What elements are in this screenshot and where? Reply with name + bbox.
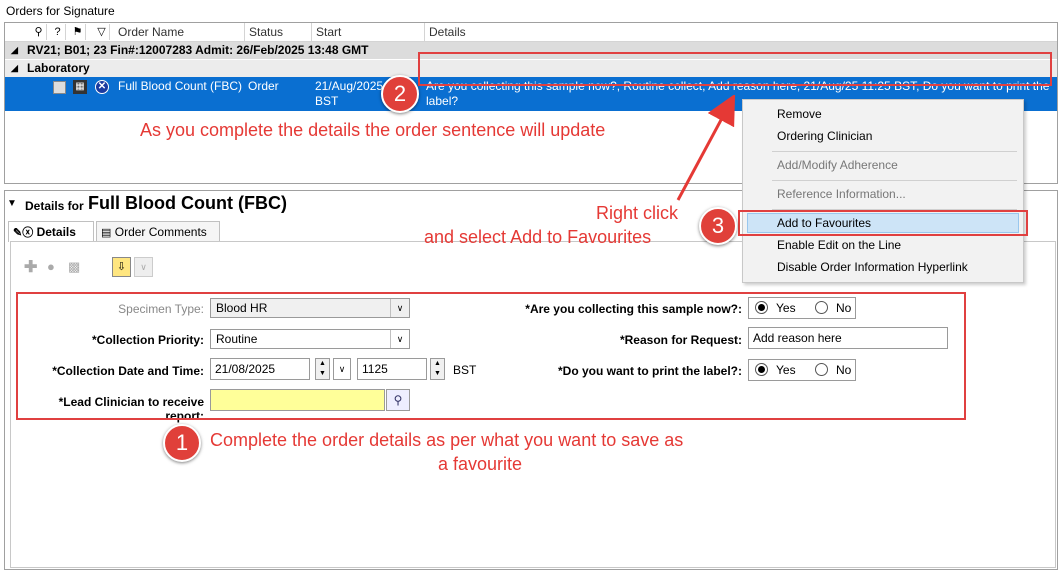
collapse-icon[interactable]: ◢	[11, 42, 18, 59]
tab-order-comments[interactable]: ▤ Order Comments	[96, 221, 220, 242]
menu-divider	[772, 180, 1017, 181]
details-highlight	[418, 52, 1052, 86]
menu-item-disable-hyperlink[interactable]: Disable Order Information Hyperlink	[777, 257, 968, 277]
encounter-text: RV21; B01; 23 Fin#:12007283 Admit: 26/Fe…	[27, 43, 369, 57]
pill-icon[interactable]: ●	[47, 259, 55, 274]
chevron-down-icon[interactable]: ∨	[134, 257, 153, 277]
annotation-1-text-2: a favourite	[438, 454, 523, 474]
menu-highlight	[738, 210, 1028, 236]
details-tab-icon: ✎ⓧ	[13, 227, 34, 239]
details-title: Full Blood Count (FBC)	[88, 193, 287, 213]
arrow-down-icon[interactable]: ⇩	[112, 257, 131, 277]
tab-details[interactable]: ✎ⓧ Details	[8, 221, 94, 242]
menu-item-adherence[interactable]: Add/Modify Adherence	[777, 155, 898, 175]
menu-item-remove[interactable]: Remove	[777, 104, 822, 124]
cancel-icon[interactable]: ✕	[95, 80, 109, 94]
orders-section-title: Orders for Signature	[6, 4, 115, 18]
collapse-icon[interactable]: ◢	[11, 60, 18, 77]
checkbox[interactable]	[53, 81, 66, 94]
menu-divider	[772, 151, 1017, 152]
column-status[interactable]: Status	[245, 23, 312, 41]
column-start[interactable]: Start	[312, 23, 425, 41]
order-details-line2: label?	[426, 94, 459, 108]
form-highlight	[16, 292, 966, 420]
flag-icon[interactable]: ⚑	[70, 24, 86, 40]
badge-3: 3	[699, 207, 737, 245]
add-icon[interactable]: ✚	[24, 257, 37, 277]
group-label: Laboratory	[27, 61, 90, 75]
annotation-1-text: Complete the order details as per what y…	[210, 430, 684, 450]
badge-1: 1	[163, 424, 201, 462]
chart-icon[interactable]: ▩	[68, 259, 80, 275]
order-status: Order	[248, 79, 279, 93]
comments-tab-icon: ▤	[101, 227, 112, 239]
order-type-icon: ▦	[73, 80, 87, 94]
collapse-details-icon[interactable]: ▼	[7, 198, 17, 209]
pin-icon[interactable]: ⚲	[31, 24, 47, 40]
order-start-tz: BST	[315, 94, 339, 108]
order-start-date: 21/Aug/2025	[315, 79, 384, 93]
tab-order-comments-label: Order Comments	[114, 225, 207, 239]
annotation-arrow	[676, 95, 736, 201]
menu-item-reference-info[interactable]: Reference Information...	[777, 184, 906, 204]
menu-item-ordering-clinician[interactable]: Ordering Clinician	[777, 126, 872, 146]
order-name: Full Blood Count (FBC)	[118, 79, 243, 93]
annotation-3-text: Right click	[596, 203, 679, 223]
column-order-name[interactable]: Order Name	[114, 23, 245, 41]
annotation-3-text-2: and select Add to Favourites	[424, 227, 652, 247]
menu-item-enable-edit[interactable]: Enable Edit on the Line	[777, 235, 901, 255]
details-prefix: Details for	[25, 199, 84, 213]
tab-details-label: Details	[36, 225, 76, 239]
grid-header: ⚲ ? ⚑ ▽ Order Name Status Start Details	[5, 23, 1057, 42]
column-details[interactable]: Details	[425, 23, 1057, 41]
badge-2: 2	[381, 75, 419, 113]
annotation-2-text: As you complete the details the order se…	[140, 120, 606, 140]
help-icon[interactable]: ?	[50, 24, 66, 40]
filter-icon[interactable]: ▽	[94, 24, 110, 40]
